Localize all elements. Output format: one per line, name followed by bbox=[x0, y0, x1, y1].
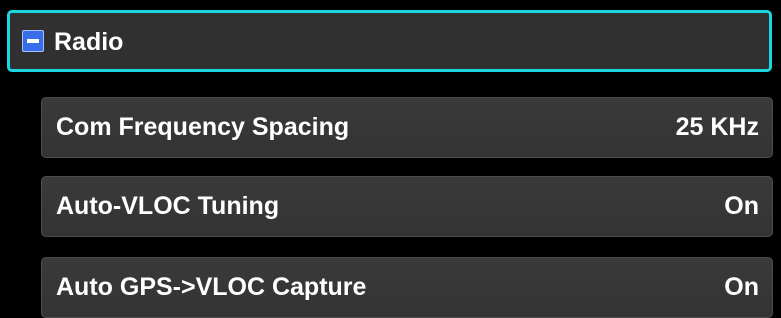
setting-value: 25 KHz bbox=[675, 113, 759, 141]
collapse-minus-icon[interactable] bbox=[22, 30, 44, 52]
setting-label: Com Frequency Spacing bbox=[56, 113, 350, 141]
setting-row-com-frequency-spacing[interactable]: Com Frequency Spacing 25 KHz bbox=[41, 97, 773, 158]
setting-label: Auto GPS->VLOC Capture bbox=[56, 273, 367, 301]
setting-value: On bbox=[724, 192, 759, 220]
setting-value: On bbox=[724, 273, 759, 301]
setting-row-auto-vloc-tuning[interactable]: Auto-VLOC Tuning On bbox=[41, 176, 773, 237]
setting-row-auto-gps-vloc-capture[interactable]: Auto GPS->VLOC Capture On bbox=[41, 257, 773, 318]
setting-label: Auto-VLOC Tuning bbox=[56, 192, 280, 220]
section-title: Radio bbox=[54, 28, 124, 56]
radio-section-header[interactable]: Radio bbox=[7, 10, 772, 72]
